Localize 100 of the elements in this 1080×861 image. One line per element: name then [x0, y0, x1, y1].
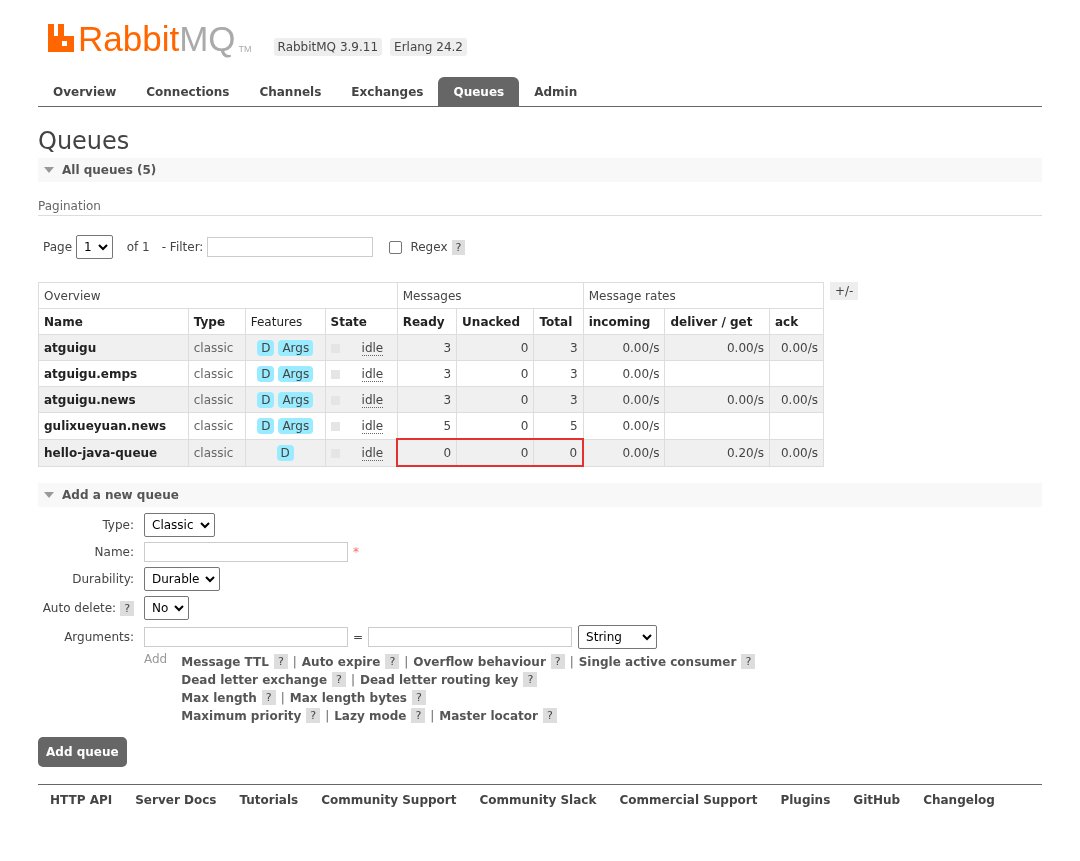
argument-link[interactable]: Master locator	[439, 708, 538, 723]
filter-field[interactable]	[207, 237, 374, 257]
argument-link[interactable]: Max length bytes	[289, 690, 407, 705]
queue-name-link[interactable]: atguigu.news	[38, 386, 189, 413]
auto-delete-select[interactable]: No	[144, 596, 190, 620]
argument-link[interactable]: Lazy mode	[334, 708, 407, 723]
feature-tag: D	[257, 340, 275, 356]
add-queue-button[interactable]: Add queue	[38, 737, 127, 767]
queue-name-link[interactable]: hello-java-queue	[38, 439, 189, 466]
type-select[interactable]: Classic	[144, 513, 215, 537]
help-button[interactable]: ?	[523, 672, 538, 687]
footer-link[interactable]: Server Docs	[135, 793, 217, 807]
table-cell: idle	[361, 446, 384, 461]
nav-tab[interactable]: Connections	[131, 77, 245, 106]
argument-key-field[interactable]	[144, 627, 348, 647]
column-header: deliver / get	[664, 308, 770, 335]
help-button[interactable]: ?	[120, 600, 134, 616]
column-header: Unacked	[456, 308, 534, 335]
argument-link[interactable]: Dead letter exchange	[181, 672, 328, 687]
help-button[interactable]: ?	[741, 654, 756, 669]
help-button[interactable]: ?	[332, 672, 346, 687]
queue-name-link[interactable]: atguigu.emps	[38, 360, 189, 387]
add-label: Add	[144, 652, 168, 668]
argument-type-select[interactable]: String	[578, 625, 658, 649]
table-cell: 0.00/s	[726, 393, 764, 407]
table-cell: classic	[188, 360, 246, 387]
footer-link[interactable]: GitHub	[853, 793, 901, 807]
argument-link[interactable]: Max length	[181, 690, 257, 705]
column-header: State	[325, 308, 398, 335]
column-header: Name	[38, 308, 189, 335]
argument-link[interactable]: Overflow behaviour	[413, 654, 546, 669]
footer-link[interactable]: Changelog	[923, 793, 995, 807]
footer-link[interactable]: Community Slack	[479, 793, 597, 807]
logo-icon	[48, 24, 74, 52]
form-label: Arguments:	[64, 630, 134, 644]
help-button[interactable]: ?	[385, 654, 400, 669]
name-field[interactable]	[144, 542, 348, 562]
help-button[interactable]: ?	[273, 654, 288, 669]
feature-tag: Args	[278, 366, 314, 382]
feature-tag: D	[257, 392, 275, 408]
argument-link[interactable]: Auto expire	[301, 654, 381, 669]
table-cell: idle	[361, 341, 384, 356]
separator: |	[430, 708, 435, 723]
queue-name-link[interactable]: atguigu	[38, 334, 189, 361]
feature-tag: Args	[278, 340, 314, 356]
argument-link[interactable]: Single active consumer	[578, 654, 737, 669]
form-label: Auto delete:	[42, 601, 117, 615]
table-cell: 0	[456, 439, 534, 466]
argument-link[interactable]: Maximum priority	[181, 708, 302, 723]
separator: |	[569, 654, 574, 669]
footer-link[interactable]: Community Support	[321, 793, 457, 807]
state-icon	[330, 370, 340, 379]
nav-tab[interactable]: Exchanges	[336, 77, 439, 106]
help-button[interactable]: ?	[306, 708, 321, 723]
separator: |	[350, 672, 355, 687]
footer-link[interactable]: Tutorials	[239, 793, 299, 807]
table-cell: 0.00/s	[781, 393, 818, 407]
durability-select[interactable]: Durable	[144, 567, 221, 591]
regex-label: Regex	[410, 240, 448, 254]
caret-icon	[205, 575, 216, 583]
section-header[interactable]: Add a new queue	[38, 483, 1042, 507]
argument-link[interactable]: Dead letter routing key	[359, 672, 519, 687]
collapse-icon	[44, 492, 54, 498]
section-header[interactable]: All queues (5)	[38, 158, 1042, 182]
nav-tab[interactable]: Admin	[519, 77, 593, 106]
page-select[interactable]: 1	[76, 235, 113, 259]
table-cell: 0.20/s	[726, 446, 764, 460]
separator: |	[292, 654, 297, 669]
nav-tab[interactable]: Overview	[38, 77, 132, 106]
nav-tab[interactable]: Queues	[438, 77, 520, 106]
help-button[interactable]: ?	[550, 654, 565, 669]
footer-link[interactable]: Commercial Support	[619, 793, 758, 807]
columns-toggle-button[interactable]: +/-	[830, 282, 859, 300]
help-button[interactable]: ?	[411, 708, 426, 723]
argument-value-field[interactable]	[368, 627, 573, 647]
queue-name-link[interactable]: gulixueyuan.news	[38, 412, 189, 439]
version-badge: Erlang 24.2	[390, 38, 467, 56]
footer-link[interactable]: HTTP API	[50, 793, 113, 807]
help-button[interactable]: ?	[261, 690, 276, 705]
caret-icon	[642, 633, 653, 641]
form-label: Name:	[94, 545, 134, 559]
regex-checkbox[interactable]	[389, 240, 403, 254]
nav-tab[interactable]: Channels	[244, 77, 337, 106]
table-cell: 0	[456, 334, 534, 361]
page-label: Page	[43, 240, 73, 254]
table-cell: 0	[456, 386, 534, 413]
help-button[interactable]: ?	[412, 690, 426, 705]
footer-link[interactable]: Plugins	[780, 793, 831, 807]
table-cell: 0.00/s	[622, 341, 660, 355]
feature-tag: D	[257, 366, 275, 382]
help-button[interactable]: ?	[451, 239, 466, 255]
help-button[interactable]: ?	[542, 708, 557, 723]
table-cell: 0.00/s	[622, 367, 660, 381]
table-cell: 0.00/s	[726, 341, 764, 355]
column-header: Type	[188, 308, 246, 335]
argument-link[interactable]: Message TTL	[181, 654, 269, 669]
form-label: Type:	[102, 518, 134, 532]
column-header: Total	[534, 308, 584, 335]
table-cell: 0.00/s	[781, 446, 818, 460]
table-cell: 0.00/s	[781, 341, 818, 355]
